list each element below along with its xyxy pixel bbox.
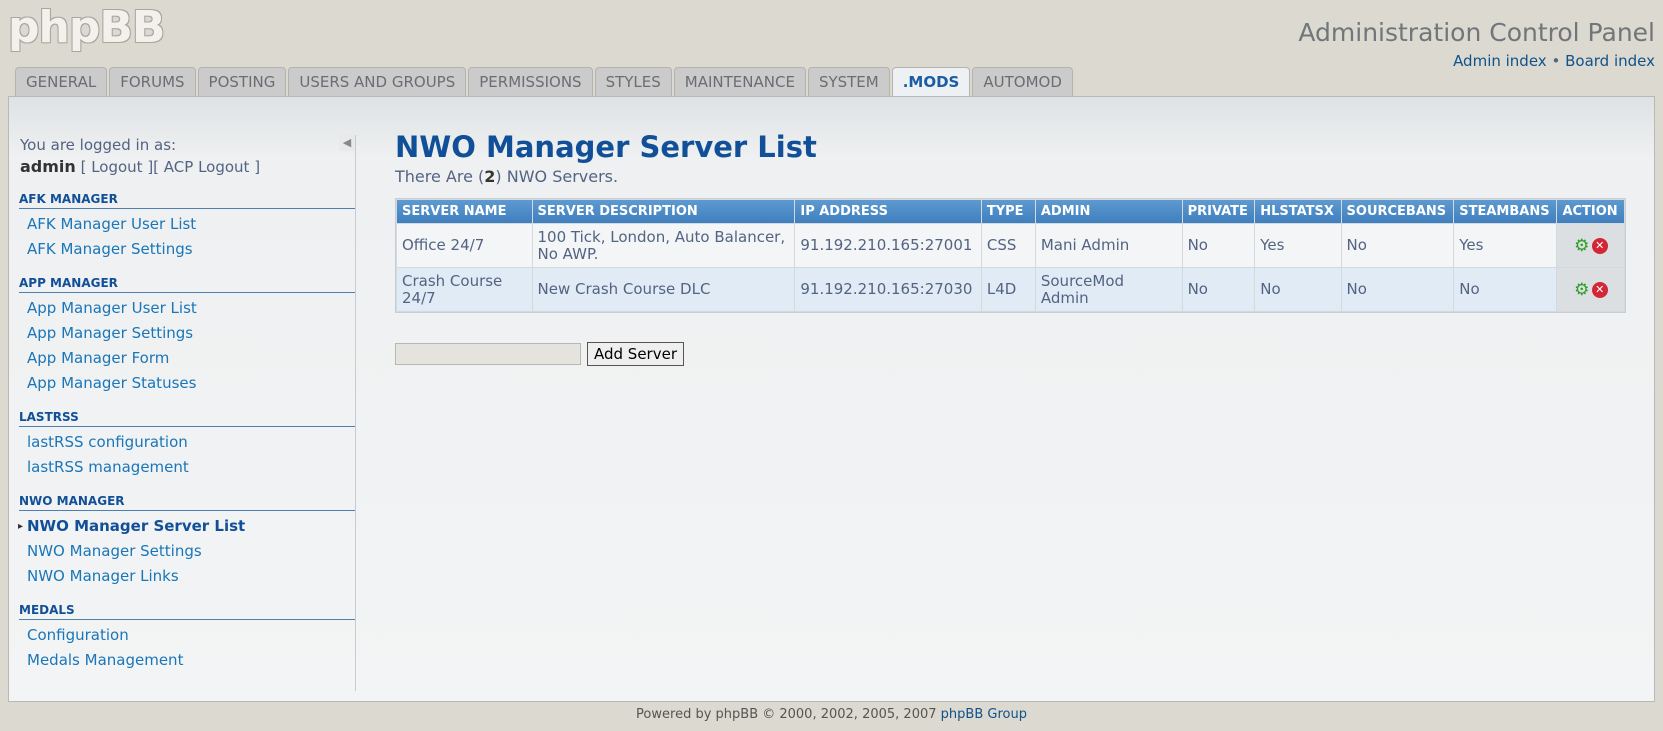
- sidebar-item-app-user-list[interactable]: App Manager User List: [19, 296, 355, 321]
- gear-icon[interactable]: ⚙: [1574, 281, 1590, 298]
- tab-system[interactable]: SYSTEM: [807, 67, 890, 96]
- logout-link[interactable]: Logout: [91, 158, 142, 176]
- add-server-button[interactable]: Add Server: [587, 342, 684, 366]
- main-content: NWO Manager Server List There Are (2) NW…: [395, 129, 1634, 366]
- column-header: HLSTATSX: [1255, 200, 1341, 223]
- main-tabs: GENERAL FORUMS POSTING USERS AND GROUPS …: [15, 67, 1073, 98]
- menu-section-afk-manager: AFK MANAGER AFK Manager User List AFK Ma…: [19, 192, 355, 262]
- cell-private: No: [1182, 268, 1255, 311]
- tab-users-and-groups[interactable]: USERS AND GROUPS: [288, 67, 467, 96]
- cell-action: ⚙ ✕: [1557, 224, 1624, 267]
- sidebar-item-nwo-server-list[interactable]: NWO Manager Server List: [18, 514, 355, 539]
- column-header: SOURCEBANS: [1341, 200, 1454, 223]
- tab-maintenance[interactable]: MAINTENANCE: [673, 67, 806, 96]
- server-table: SERVER NAME SERVER DESCRIPTION IP ADDRES…: [395, 198, 1626, 313]
- login-info: You are logged in as: admin [ Logout ][ …: [19, 135, 355, 178]
- column-header: SERVER DESCRIPTION: [532, 200, 795, 223]
- server-count-text: There Are (2) NWO Servers.: [395, 167, 1634, 186]
- sidebar-item-app-statuses[interactable]: App Manager Statuses: [19, 371, 355, 396]
- tab-automod[interactable]: AUTOMOD: [972, 67, 1073, 96]
- column-header: ADMIN: [1035, 200, 1182, 223]
- menu-section-title: MEDALS: [19, 603, 355, 620]
- tab-general[interactable]: GENERAL: [15, 67, 108, 96]
- cell-server-name: Office 24/7: [397, 224, 532, 267]
- server-count: 2: [484, 167, 496, 186]
- cell-admin: SourceMod Admin: [1035, 268, 1182, 311]
- column-header: STEAMBANS: [1454, 200, 1557, 223]
- footer: Powered by phpBB © 2000, 2002, 2005, 200…: [0, 707, 1663, 722]
- cell-ip-address: 91.192.210.165:27001: [795, 224, 981, 267]
- gear-icon[interactable]: ⚙: [1574, 237, 1590, 254]
- tab-styles[interactable]: STYLES: [594, 67, 672, 96]
- menu-section-lastrss: LASTRSS lastRSS configuration lastRSS ma…: [19, 410, 355, 480]
- cell-steambans: Yes: [1454, 224, 1557, 267]
- menu-section-title: NWO MANAGER: [19, 494, 355, 511]
- cell-action: ⚙ ✕: [1557, 268, 1624, 311]
- cell-sourcebans: No: [1341, 268, 1454, 311]
- table-header-row: SERVER NAME SERVER DESCRIPTION IP ADDRES…: [397, 200, 1624, 223]
- sidebar-item-nwo-links[interactable]: NWO Manager Links: [19, 564, 355, 589]
- sidebar-item-medals-config[interactable]: Configuration: [19, 623, 355, 648]
- column-header: TYPE: [981, 200, 1035, 223]
- logged-in-label: You are logged in as:: [20, 136, 177, 154]
- delete-icon[interactable]: ✕: [1591, 281, 1608, 298]
- cell-server-description: 100 Tick, London, Auto Balancer, No AWP.: [532, 224, 795, 267]
- sidebar-item-app-form[interactable]: App Manager Form: [19, 346, 355, 371]
- acp-logout-link[interactable]: ACP Logout: [164, 158, 250, 176]
- cell-private: No: [1182, 224, 1255, 267]
- board-index-link[interactable]: Board index: [1565, 52, 1655, 70]
- menu-section-title: APP MANAGER: [19, 276, 355, 293]
- cell-steambans: No: [1454, 268, 1557, 311]
- page-title: NWO Manager Server List: [395, 130, 817, 164]
- phpbb-logo: phpBB: [8, 2, 165, 53]
- column-header: IP ADDRESS: [795, 200, 981, 223]
- menu-section-nwo-manager: NWO MANAGER NWO Manager Server List NWO …: [18, 494, 355, 589]
- tab-forums[interactable]: FORUMS: [109, 67, 196, 96]
- table-row: Office 24/7 100 Tick, London, Auto Balan…: [397, 224, 1624, 267]
- cell-type: CSS: [981, 224, 1035, 267]
- sidebar-item-app-settings[interactable]: App Manager Settings: [19, 321, 355, 346]
- cell-admin: Mani Admin: [1035, 224, 1182, 267]
- link-separator: •: [1551, 52, 1561, 70]
- menu-section-title: LASTRSS: [19, 410, 355, 427]
- subtitle-prefix: There Are (: [395, 167, 485, 186]
- tab-posting[interactable]: POSTING: [197, 67, 287, 96]
- acp-title: Administration Control Panel: [1298, 18, 1655, 47]
- sidebar-item-afk-settings[interactable]: AFK Manager Settings: [19, 237, 355, 262]
- column-header: SERVER NAME: [397, 200, 532, 223]
- top-links: Admin index • Board index: [1453, 52, 1655, 70]
- tab-permissions[interactable]: PERMISSIONS: [468, 67, 593, 96]
- cell-sourcebans: No: [1341, 224, 1454, 267]
- add-server-form: Add Server: [395, 342, 1634, 366]
- menu-section-title: AFK MANAGER: [19, 192, 355, 209]
- table-row: Crash Course 24/7 New Crash Course DLC 9…: [397, 268, 1624, 311]
- collapse-arrow-icon[interactable]: ◀: [339, 135, 355, 151]
- cell-hlstatsx: Yes: [1255, 224, 1341, 267]
- sidebar-item-afk-user-list[interactable]: AFK Manager User List: [19, 212, 355, 237]
- cell-server-name: Crash Course 24/7: [397, 268, 532, 311]
- tab-mods[interactable]: .MODS: [891, 67, 971, 98]
- cell-ip-address: 91.192.210.165:27030: [795, 268, 981, 311]
- server-name-input[interactable]: [395, 343, 581, 365]
- sidebar-item-lastrss-management[interactable]: lastRSS management: [19, 455, 355, 480]
- cell-hlstatsx: No: [1255, 268, 1341, 311]
- phpbb-group-link[interactable]: phpBB Group: [941, 707, 1027, 722]
- cell-type: L4D: [981, 268, 1035, 311]
- subtitle-suffix: ) NWO Servers.: [495, 167, 619, 186]
- menu-section-app-manager: APP MANAGER App Manager User List App Ma…: [19, 276, 355, 396]
- footer-text: Powered by phpBB © 2000, 2002, 2005, 200…: [636, 707, 937, 722]
- admin-index-link[interactable]: Admin index: [1453, 52, 1547, 70]
- sidebar-item-nwo-settings[interactable]: NWO Manager Settings: [19, 539, 355, 564]
- column-header: ACTION: [1557, 200, 1624, 223]
- cell-server-description: New Crash Course DLC: [532, 268, 795, 311]
- sidebar: ◀ You are logged in as: admin [ Logout ]…: [18, 135, 356, 691]
- sidebar-item-medals-management[interactable]: Medals Management: [19, 648, 355, 673]
- delete-icon[interactable]: ✕: [1591, 237, 1608, 254]
- main-panel: ◀ You are logged in as: admin [ Logout ]…: [8, 96, 1655, 702]
- column-header: PRIVATE: [1182, 200, 1255, 223]
- menu-section-medals: MEDALS Configuration Medals Management: [19, 603, 355, 673]
- sidebar-item-lastrss-config[interactable]: lastRSS configuration: [19, 430, 355, 455]
- username: admin: [20, 157, 76, 176]
